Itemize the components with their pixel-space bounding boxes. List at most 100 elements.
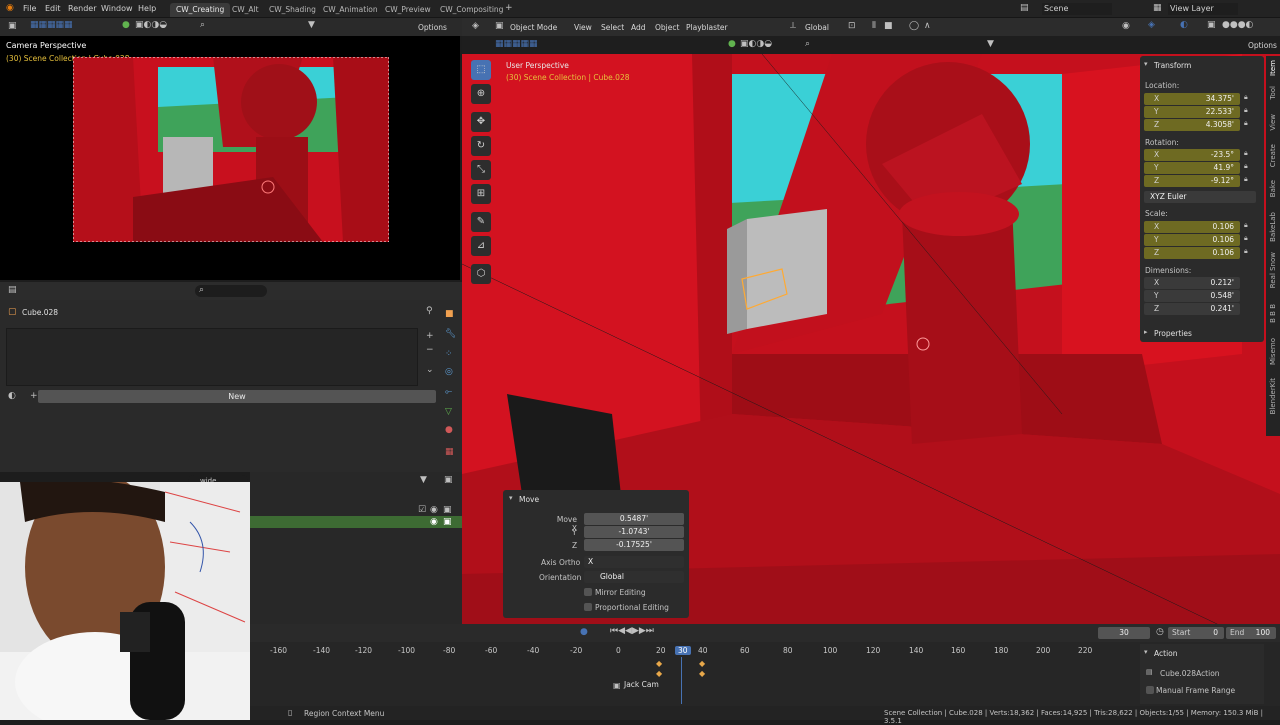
eye-icon[interactable]: ◉ — [430, 518, 438, 527]
menu-render[interactable]: Render — [68, 4, 96, 13]
rotate-tool[interactable]: ↻ — [471, 136, 491, 156]
lock-icon[interactable]: 🔒︎ — [1244, 107, 1248, 114]
sidebar-tab-create[interactable]: Create — [1269, 144, 1277, 167]
material-browse-icon[interactable]: ◐ — [8, 392, 16, 401]
blender-logo-icon[interactable]: ◉ — [6, 4, 14, 13]
tab-cw-alt[interactable]: CW_Alt — [226, 3, 265, 17]
scale-y-field[interactable]: Y 0.106 — [1144, 234, 1240, 246]
snap-target-icon[interactable]: ■ — [884, 22, 893, 31]
dimension-y-field[interactable]: Y 0.548' — [1144, 290, 1240, 302]
camera-icon[interactable]: ▣ — [443, 506, 452, 515]
material-tab-icon[interactable]: ● — [445, 426, 453, 435]
viewport-options-button[interactable]: Options — [1248, 41, 1277, 50]
current-frame-field[interactable]: 30 — [1098, 627, 1150, 639]
shading-icons[interactable]: ▣◐◑◒ — [740, 40, 772, 49]
menu-edit[interactable]: Edit — [45, 4, 61, 13]
shading-icons[interactable]: ▣◐◑◒ — [135, 21, 167, 30]
add-workspace-icon[interactable]: + — [505, 4, 513, 13]
transform-header[interactable]: Transform — [1154, 61, 1191, 70]
rotation-x-field[interactable]: X -23.5° — [1144, 149, 1240, 161]
lock-icon[interactable]: 🔒︎ — [1244, 163, 1248, 170]
xray-icon[interactable]: ▣ — [1207, 21, 1216, 30]
modifier-tab-icon[interactable]: 🔧︎ — [445, 330, 456, 339]
menu-add[interactable]: Add — [631, 23, 646, 32]
tab-cw-shading[interactable]: CW_Shading — [263, 3, 322, 17]
pin-icon[interactable]: ⚲ — [426, 307, 433, 316]
action-header[interactable]: Action — [1154, 649, 1178, 658]
playback-controls[interactable]: ⏮◀◀▶▶⏭ — [610, 627, 654, 636]
transform-tool[interactable]: ⊞ — [471, 184, 491, 204]
material-slots-list[interactable] — [6, 328, 418, 386]
dimension-z-field[interactable]: Z 0.241' — [1144, 303, 1240, 315]
select-mode-icons[interactable]: ▦▦▦▦▦ — [495, 40, 538, 49]
select-tool[interactable]: ⬚ — [471, 60, 491, 80]
move-tool[interactable]: ✥ — [471, 112, 491, 132]
move-x-field[interactable]: 0.5487' — [584, 513, 684, 525]
record-icon[interactable]: ● — [580, 628, 588, 637]
axis-ortho-dropdown[interactable]: X — [584, 556, 684, 568]
visibility-icon[interactable]: ◉ — [1122, 22, 1130, 31]
location-x-field[interactable]: X 34.375' — [1144, 93, 1240, 105]
lock-icon[interactable]: 🔒︎ — [1244, 120, 1248, 127]
object-tab-icon[interactable]: ■ — [445, 310, 454, 319]
menu-view[interactable]: View — [574, 23, 592, 32]
sidebar-tab-bbb[interactable]: B B B — [1269, 304, 1277, 323]
filter-icon[interactable]: ▼ — [420, 476, 427, 485]
object-mode-dropdown[interactable]: Object Mode — [510, 23, 557, 32]
action-name[interactable]: Cube.028Action — [1160, 669, 1220, 678]
add-cube-tool[interactable]: ⬡ — [471, 264, 491, 284]
sidebar-tab-blenderkit[interactable]: BlenderKit — [1269, 378, 1277, 414]
properties-search-input[interactable] — [195, 285, 267, 297]
editor-type-icon[interactable]: ▣ — [8, 22, 17, 31]
lock-icon[interactable]: 🔒︎ — [1244, 248, 1248, 255]
eye-icon[interactable]: ◉ — [430, 506, 438, 515]
tab-cw-creating[interactable]: CW_Creating — [170, 3, 231, 17]
properties-subpanel-header[interactable]: Properties — [1154, 329, 1192, 338]
location-z-field[interactable]: Z 4.3058' — [1144, 119, 1240, 131]
menu-help[interactable]: Help — [138, 4, 156, 13]
editor-type-icon[interactable]: ◈ — [472, 22, 479, 31]
manual-range-checkbox[interactable] — [1146, 686, 1154, 694]
clock-icon[interactable]: ◷ — [1156, 628, 1164, 637]
shading-icons[interactable]: ●●●◐ — [1222, 21, 1253, 30]
sidebar-tab-tool[interactable]: Tool — [1269, 86, 1277, 100]
move-y-field[interactable]: -1.0743' — [584, 526, 684, 538]
start-frame-field[interactable]: Start 0 — [1168, 627, 1224, 639]
lock-icon[interactable]: 🔒︎ — [1244, 150, 1248, 157]
menu-object[interactable]: Object — [655, 23, 679, 32]
lock-icon[interactable]: 🔒︎ — [1244, 235, 1248, 242]
chevron-down-icon[interactable]: ▾ — [509, 495, 513, 502]
chevron-down-icon[interactable]: ▾ — [1144, 61, 1148, 68]
scale-z-field[interactable]: Z 0.106 — [1144, 247, 1240, 259]
camera-icon[interactable]: ▣ — [443, 518, 452, 527]
remove-slot-icon[interactable]: − — [426, 346, 434, 355]
visibility-icon[interactable]: ● — [122, 21, 130, 30]
camera-options-button[interactable]: Options — [418, 23, 447, 32]
proportional-icon[interactable]: ◯ — [909, 22, 919, 31]
scale-tool[interactable]: ⤡ — [471, 160, 491, 180]
search-icon[interactable]: ⌕ — [805, 40, 810, 49]
location-y-field[interactable]: Y 22.533' — [1144, 106, 1240, 118]
particles-tab-icon[interactable]: ⁘ — [445, 350, 453, 359]
keyframe-icon[interactable]: ◆ — [699, 670, 705, 678]
lock-icon[interactable]: 🔒︎ — [1244, 176, 1248, 183]
chevron-right-icon[interactable]: ▸ — [1144, 329, 1148, 336]
lock-icon[interactable]: 🔒︎ — [1244, 94, 1248, 101]
rotation-y-field[interactable]: Y 41.9° — [1144, 162, 1240, 174]
mirror-checkbox[interactable] — [584, 588, 592, 596]
tab-cw-preview[interactable]: CW_Preview — [379, 3, 437, 17]
sidebar-tab-misemo[interactable]: Misemo — [1269, 338, 1277, 365]
filter-icon[interactable]: ▼ — [308, 21, 315, 30]
data-tab-icon[interactable]: ▽ — [445, 408, 452, 417]
keyframe-icon[interactable]: ◆ — [656, 670, 662, 678]
move-z-field[interactable]: -0.17525' — [584, 539, 684, 551]
sidebar-tab-view[interactable]: View — [1269, 114, 1277, 131]
editor-type-icon[interactable]: ▤ — [8, 286, 17, 295]
orientation-dropdown[interactable]: Global — [584, 571, 684, 583]
proportional-checkbox[interactable] — [584, 603, 592, 611]
sidebar-tab-bake[interactable]: Bake — [1269, 180, 1277, 197]
keyframe-icon[interactable]: ◆ — [656, 660, 662, 668]
cursor-tool[interactable]: ⊕ — [471, 84, 491, 104]
gizmo-icon[interactable]: ◈ — [1148, 21, 1155, 30]
overlay-icon[interactable]: ◐ — [1180, 21, 1188, 30]
